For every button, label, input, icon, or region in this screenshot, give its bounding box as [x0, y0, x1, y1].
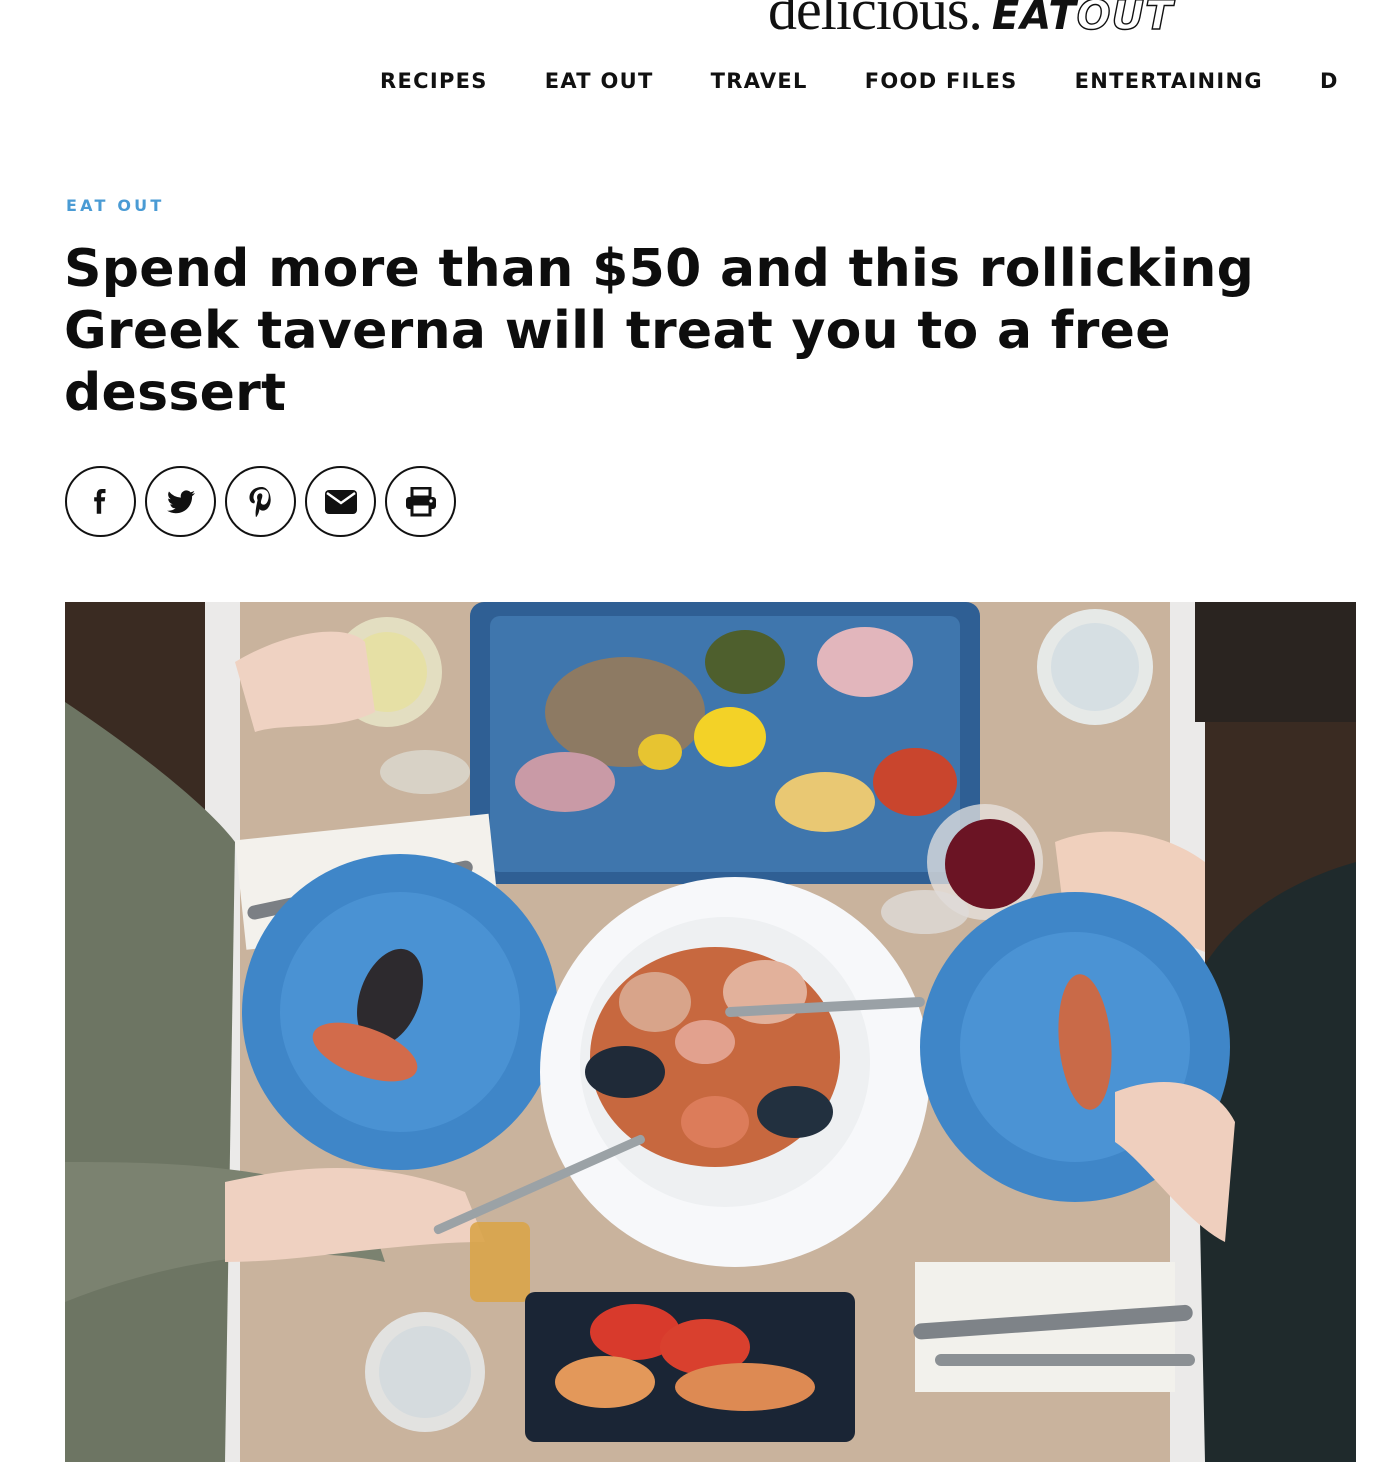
share-print-button[interactable]: [385, 466, 456, 537]
share-email-button[interactable]: [305, 466, 376, 537]
logo-out: OUT: [1076, 0, 1174, 40]
nav-item-eat-out[interactable]: EAT OUT: [545, 66, 654, 96]
logo-eat: EAT: [991, 0, 1077, 39]
nav-item-food-files[interactable]: FOOD FILES: [865, 66, 1018, 96]
category-kicker[interactable]: EAT OUT: [66, 196, 164, 216]
site-logo[interactable]: delicious. EAT OUT: [768, 0, 1173, 42]
share-bar: [65, 466, 456, 537]
hero-image: [65, 602, 1356, 1462]
share-facebook-button[interactable]: [65, 466, 136, 537]
print-icon: [405, 486, 436, 516]
logo-wordmark: delicious.: [768, 0, 983, 42]
main-nav: RECIPES EAT OUT TRAVEL FOOD FILES ENTERT…: [380, 66, 1392, 96]
share-twitter-button[interactable]: [145, 466, 216, 537]
nav-item-truncated[interactable]: D: [1320, 66, 1339, 96]
nav-item-travel[interactable]: TRAVEL: [711, 66, 808, 96]
twitter-icon: [166, 489, 195, 513]
nav-item-recipes[interactable]: RECIPES: [380, 66, 488, 96]
article-title: Spend more than $50 and this rollicking …: [64, 239, 1255, 423]
pinterest-icon: [248, 486, 271, 517]
email-icon: [324, 489, 357, 514]
nav-item-entertaining[interactable]: ENTERTAINING: [1075, 66, 1263, 96]
share-pinterest-button[interactable]: [225, 466, 296, 537]
food-photo-image: [65, 602, 1356, 1462]
facebook-icon: [93, 488, 105, 514]
